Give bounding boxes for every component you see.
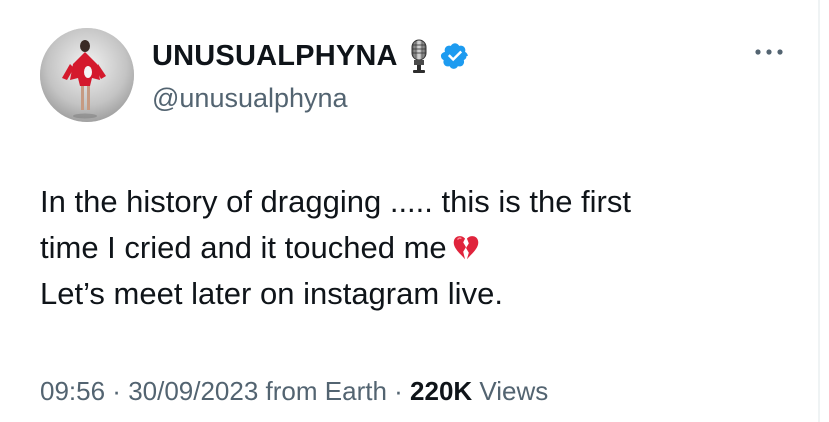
more-dots-icon [755, 49, 783, 55]
more-options-button[interactable] [752, 40, 786, 64]
divider [818, 0, 820, 422]
tweet-line: In the history of dragging ..... this is… [40, 184, 631, 219]
separator: · [386, 376, 411, 406]
author-handle[interactable]: @unusualphyna [152, 81, 348, 115]
separator: · [105, 376, 129, 406]
tweet-time[interactable]: 09:56 [40, 376, 105, 406]
display-name[interactable]: UNUSUALPHYNA [152, 36, 398, 76]
tweet-line: Let’s meet later on instagram live. [40, 276, 503, 311]
tweet-date[interactable]: 30/09/2023 [128, 376, 258, 406]
tweet-meta: 09:56 · 30/09/2023 from Earth · 220K Vie… [40, 373, 548, 409]
tweet-text: In the history of dragging ..... this is… [40, 179, 800, 317]
tweet-card: UNUSUALPHYNA @unusualphyna In the histor… [0, 0, 829, 422]
tweet-line: time I cried and it touched me [40, 225, 800, 271]
microphone-icon [406, 38, 432, 74]
tweet-source: from Earth [258, 376, 387, 406]
author-row: UNUSUALPHYNA [152, 36, 470, 76]
verified-badge-icon[interactable] [440, 41, 470, 71]
tweet-line-text: time I cried and it touched me [40, 230, 447, 265]
avatar-photo [40, 28, 134, 122]
views-label: Views [472, 376, 549, 406]
avatar[interactable] [40, 28, 134, 122]
broken-heart-icon [451, 230, 481, 260]
views-count[interactable]: 220K [410, 376, 472, 406]
